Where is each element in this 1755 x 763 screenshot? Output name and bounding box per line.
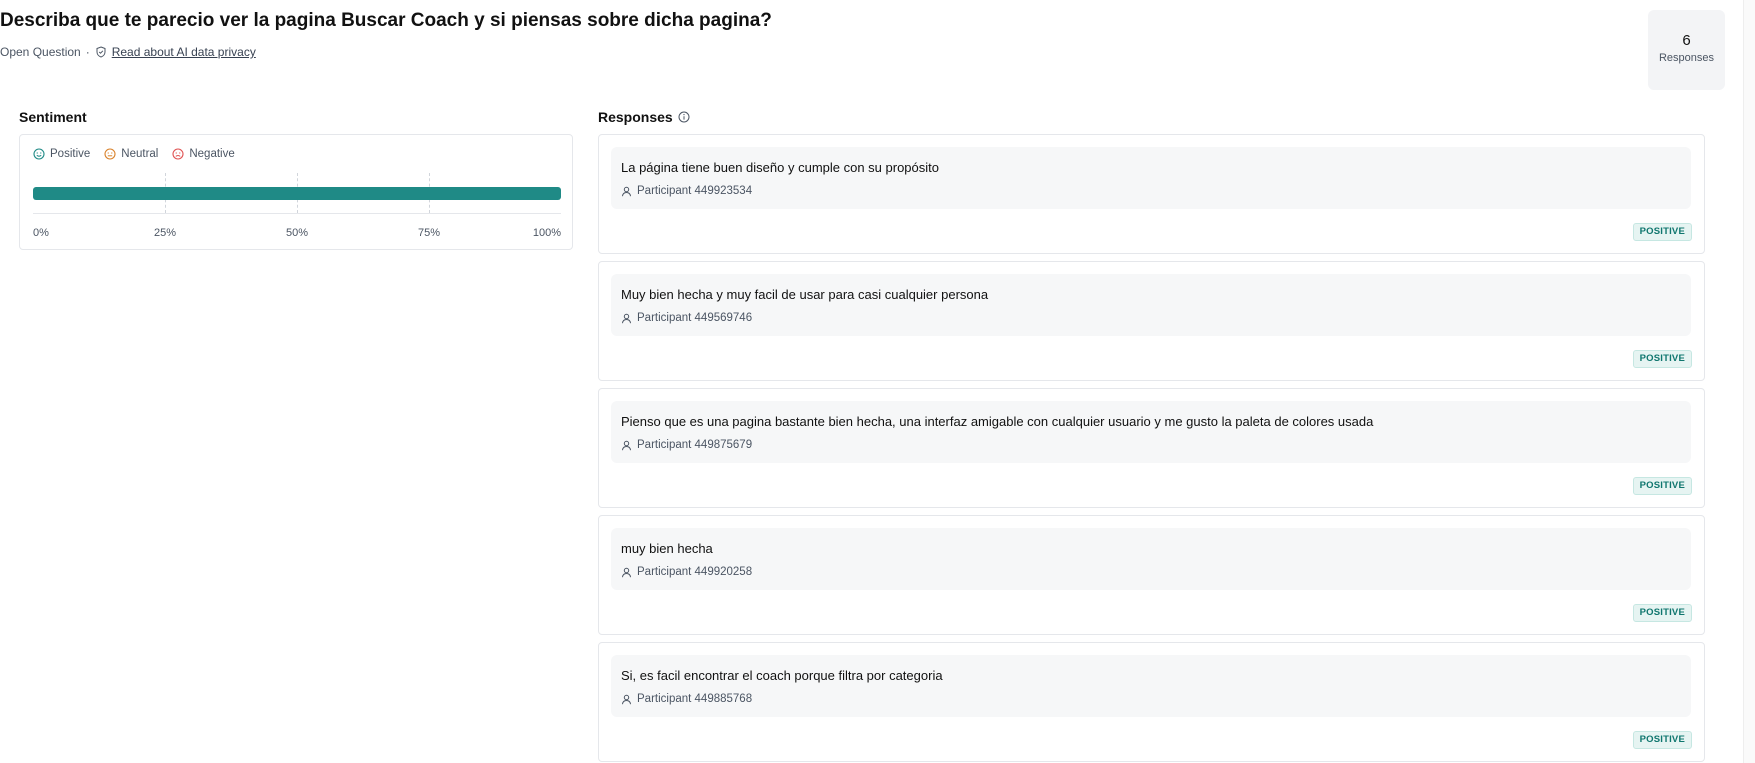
person-icon [621,694,632,705]
response-card: La página tiene buen diseño y cumple con… [598,134,1705,254]
responses-heading: Responses [598,109,690,125]
response-text: muy bien hecha [621,541,713,556]
response-count-card: 6 Responses [1648,10,1725,90]
meta-separator: · [85,45,90,59]
sentiment-badge: POSITIVE [1632,223,1692,241]
legend-negative: Negative [172,148,235,160]
responses-list: La página tiene buen diseño y cumple con… [598,134,1705,763]
legend-neutral: Neutral [104,148,158,160]
x-tick-label: 100% [532,227,561,239]
person-icon [621,567,632,578]
response-body: Pienso que es una pagina bastante bien h… [611,401,1691,463]
response-card: Si, es facil encontrar el coach porque f… [598,642,1705,762]
response-body: muy bien hecha Participant 449920258 [611,528,1691,590]
participant-id: Participant 449885768 [637,693,753,705]
x-tick-label: 25% [153,227,177,239]
x-tick-label: 50% [285,227,309,239]
sentiment-title: Sentiment [19,109,87,125]
response-text: Muy bien hecha y muy facil de usar para … [621,287,989,302]
sentiment-heading: Sentiment [19,109,87,125]
person-icon [621,186,632,197]
response-card: Pienso que es una pagina bastante bien h… [598,388,1705,508]
participant: Participant 449569746 [621,312,752,324]
response-text: Pienso que es una pagina bastante bien h… [621,414,1374,429]
smile-icon [33,148,45,160]
x-tick-label: 0% [33,227,49,239]
response-body: La página tiene buen diseño y cumple con… [611,147,1691,209]
info-icon[interactable] [678,111,690,123]
responses-title: Responses [598,109,673,125]
legend-negative-label: Negative [189,148,235,160]
frown-icon [172,148,184,160]
page-header: Describa que te parecio ver la pagina Bu… [0,10,1740,90]
participant-id: Participant 449920258 [637,566,753,578]
sentiment-bar [33,187,561,200]
sentiment-badge: POSITIVE [1632,477,1692,495]
response-body: Si, es facil encontrar el coach porque f… [611,655,1691,717]
shield-icon [95,46,107,58]
sentiment-bar-chart [33,173,561,215]
question-type: Open Question [0,45,81,59]
participant-id: Participant 449923534 [637,185,753,197]
neutral-face-icon [104,148,116,160]
bar-segment-positive[interactable] [33,187,561,200]
response-body: Muy bien hecha y muy facil de usar para … [611,274,1691,336]
x-tick-label: 75% [417,227,441,239]
sentiment-badge: POSITIVE [1632,350,1692,368]
legend-positive: Positive [33,148,90,160]
response-text: Si, es facil encontrar el coach porque f… [621,668,943,683]
legend-neutral-label: Neutral [121,148,159,160]
sentiment-chart-card: Positive Neutral Negative 0% 25% 50% 75% 100… [19,134,573,250]
person-icon [621,440,632,451]
chart-baseline [33,213,561,214]
participant-id: Participant 449569746 [637,312,753,324]
sentiment-legend: Positive Neutral Negative [33,148,235,160]
sentiment-badge: POSITIVE [1632,731,1692,749]
page-scrollbar[interactable] [1743,0,1755,763]
ai-privacy-link[interactable]: Read about AI data privacy [112,45,256,59]
page-title: Describa que te parecio ver la pagina Bu… [0,10,772,31]
participant: Participant 449885768 [621,693,752,705]
response-count-label: Responses [1658,52,1715,64]
question-meta: Open Question · Read about AI data priva… [0,45,256,59]
participant-id: Participant 449875679 [637,439,753,451]
participant: Participant 449920258 [621,566,752,578]
sentiment-badge: POSITIVE [1632,604,1692,622]
person-icon [621,313,632,324]
participant: Participant 449875679 [621,439,752,451]
participant: Participant 449923534 [621,185,752,197]
response-card: muy bien hecha Participant 449920258 POS… [598,515,1705,635]
legend-positive-label: Positive [50,148,91,160]
response-count-value: 6 [1682,32,1691,49]
response-text: La página tiene buen diseño y cumple con… [621,160,939,175]
response-card: Muy bien hecha y muy facil de usar para … [598,261,1705,381]
x-axis-ticks: 0% 25% 50% 75% 100% [33,227,561,241]
